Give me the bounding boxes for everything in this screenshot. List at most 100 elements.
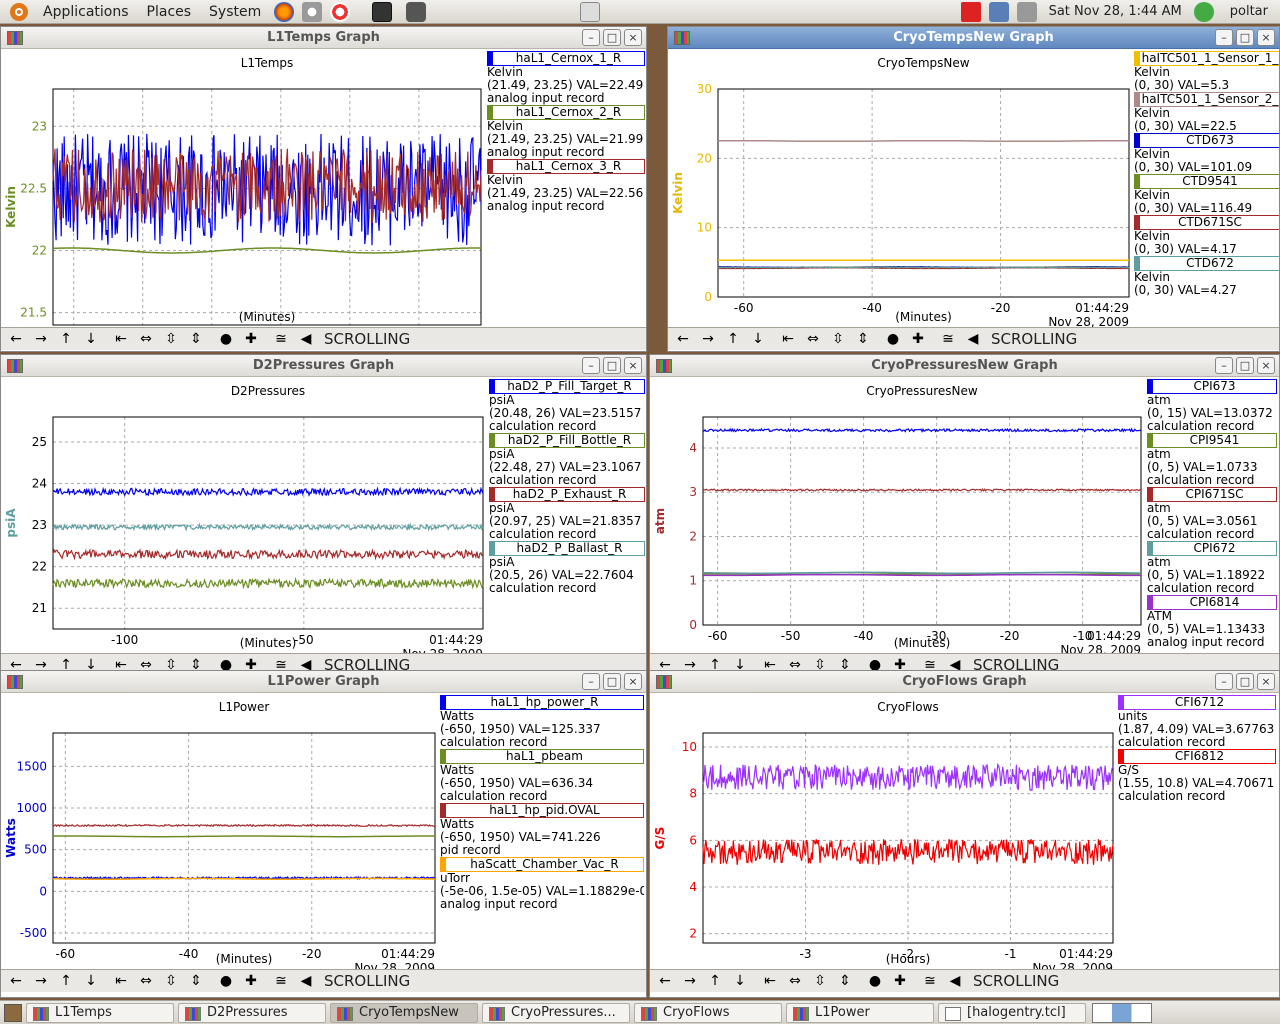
legend-entry[interactable]: CPI6814 <box>1147 595 1277 610</box>
zoom-y-out-button[interactable]: ⇕ <box>834 971 856 991</box>
minimize-button[interactable]: – <box>1215 357 1233 374</box>
window-titlebar[interactable]: CryoFlows Graph – □ × <box>650 671 1279 693</box>
scrolling-mode-label[interactable]: SCROLLING <box>324 330 410 348</box>
taskbar-item-2[interactable]: CryoTempsNew <box>330 1002 478 1023</box>
chart-cryotemps[interactable]: CryoTempsNew -60 -40 -20 0 10 20 30 Kelvin 01:44:… <box>668 49 1134 327</box>
legend-entry[interactable]: CPI673 <box>1147 379 1277 394</box>
minimize-button[interactable]: – <box>582 673 600 690</box>
minimize-button[interactable]: – <box>582 29 600 46</box>
pan-left-button[interactable]: ← <box>654 971 676 991</box>
chart-l1temps[interactable]: L1Temps-60-50-40-30-20-1021.52222.523Kel… <box>1 49 487 327</box>
scroll-back-button[interactable]: ◀ <box>295 329 317 349</box>
window-titlebar[interactable]: L1Temps Graph – □ × <box>1 27 646 49</box>
pan-right-button[interactable]: → <box>30 971 52 991</box>
zoom-y-in-button[interactable]: ⇳ <box>809 971 831 991</box>
zoom-y-in-button[interactable]: ⇳ <box>160 971 182 991</box>
pan-down-button[interactable]: ↓ <box>729 971 751 991</box>
chart-d2pressures[interactable]: D2Pressures -100 -50 21 22 23 24 25 psiA 01:44:29… <box>1 377 489 653</box>
reset-button[interactable]: ● <box>864 971 886 991</box>
window-titlebar[interactable]: CryoPressuresNew Graph – □ × <box>650 355 1279 377</box>
scrolling-mode-label[interactable]: SCROLLING <box>973 972 1059 990</box>
zoom-y-in-button[interactable]: ⇳ <box>160 329 182 349</box>
window-cryotemps[interactable]: CryoTempsNew Graph – □ × CryoTempsNew -60 -40 -… <box>667 26 1280 352</box>
legend-entry[interactable]: CFI6812 <box>1118 749 1276 764</box>
legend-entry[interactable]: CPI672 <box>1147 541 1277 556</box>
add-button[interactable]: ✚ <box>889 971 911 991</box>
minimize-button[interactable]: – <box>1215 673 1233 690</box>
legend-entry[interactable]: haD2_P_Exhaust_R <box>489 487 645 502</box>
maximize-button[interactable]: □ <box>603 673 621 690</box>
add-button[interactable]: ✚ <box>240 329 262 349</box>
pan-down-button[interactable]: ↓ <box>747 329 769 349</box>
legend-entry[interactable]: haL1_Cernox_2_R <box>487 105 645 120</box>
maximize-button[interactable]: □ <box>1236 29 1254 46</box>
legend-entry[interactable]: CPI9541 <box>1147 433 1277 448</box>
legend-entry[interactable]: haD2_P_Fill_Target_R <box>489 379 645 394</box>
user-name[interactable]: poltar <box>1230 4 1268 19</box>
menu-applications[interactable]: Applications <box>34 0 138 24</box>
pan-up-button[interactable]: ↑ <box>55 971 77 991</box>
clock[interactable]: Sat Nov 28, 1:44 AM <box>1049 4 1182 19</box>
user-switcher-icon[interactable] <box>1193 1 1214 22</box>
notes-icon[interactable] <box>580 1 601 22</box>
autoscale-button[interactable]: ≅ <box>937 329 959 349</box>
menu-system[interactable]: System <box>200 0 270 24</box>
pan-down-button[interactable]: ↓ <box>80 971 102 991</box>
window-cryopressures[interactable]: CryoPressuresNew Graph – □ × CryoPressuresNe… <box>649 354 1280 678</box>
legend-entry[interactable]: haScatt_Chamber_Vac_R <box>440 857 644 872</box>
help-launcher-icon[interactable] <box>330 1 351 22</box>
zoom-x-in-button[interactable]: ⇤ <box>110 329 132 349</box>
autoscale-button[interactable]: ≅ <box>919 971 941 991</box>
autoscale-button[interactable]: ≅ <box>270 329 292 349</box>
zoom-y-out-button[interactable]: ⇕ <box>852 329 874 349</box>
minimize-button[interactable]: – <box>582 357 600 374</box>
chart-l1power[interactable]: L1Power -60 -40 -20 -500 0 500 1000 1500 Watts 01:… <box>1 693 440 969</box>
close-button[interactable]: × <box>1257 29 1275 46</box>
screenshot-launcher-icon[interactable] <box>406 1 427 22</box>
taskbar-item-3[interactable]: CryoPressures... <box>482 1002 630 1023</box>
firefox-launcher-icon[interactable] <box>274 1 295 22</box>
legend-entry[interactable]: CTD673 <box>1134 133 1279 148</box>
close-button[interactable]: × <box>624 673 642 690</box>
legend-entry[interactable]: haL1_Cernox_1_R <box>487 51 645 66</box>
window-titlebar[interactable]: L1Power Graph – □ × <box>1 671 646 693</box>
zoom-x-in-button[interactable]: ⇤ <box>110 971 132 991</box>
close-button[interactable]: × <box>624 357 642 374</box>
close-button[interactable]: × <box>624 29 642 46</box>
taskbar-item-6[interactable]: [halogentry.tcl] <box>938 1002 1086 1023</box>
pan-up-button[interactable]: ↑ <box>722 329 744 349</box>
reset-button[interactable]: ● <box>215 329 237 349</box>
legend-entry[interactable]: haD2_P_Ballast_R <box>489 541 645 556</box>
window-l1temps[interactable]: L1Temps Graph–□×L1Temps-60-50-40-30-20-1… <box>0 26 647 352</box>
add-button[interactable]: ✚ <box>240 971 262 991</box>
legend-entry[interactable]: haL1_pbeam <box>440 749 644 764</box>
scrolling-mode-label[interactable]: SCROLLING <box>324 972 410 990</box>
pan-up-button[interactable]: ↑ <box>55 329 77 349</box>
ubuntu-logo-icon[interactable] <box>10 2 28 21</box>
scroll-back-button[interactable]: ◀ <box>295 971 317 991</box>
window-d2pressures[interactable]: D2Pressures Graph – □ × D2Pressures -100 -50 21… <box>0 354 647 678</box>
zoom-x-out-button[interactable]: ⇔ <box>784 971 806 991</box>
legend-entry[interactable]: haITC501_1_Sensor_1_ <box>1134 51 1279 66</box>
pan-left-button[interactable]: ← <box>672 329 694 349</box>
maximize-button[interactable]: □ <box>1236 357 1254 374</box>
window-l1power[interactable]: L1Power Graph – □ × L1Power -60 -40 -20 -500 0 500… <box>0 670 647 998</box>
close-button[interactable]: × <box>1257 357 1275 374</box>
taskbar-item-5[interactable]: L1Power <box>786 1002 934 1023</box>
zoom-x-in-button[interactable]: ⇤ <box>759 971 781 991</box>
legend-entry[interactable]: CFI6712 <box>1118 695 1276 710</box>
show-desktop-icon[interactable] <box>4 1003 22 1022</box>
legend-entry[interactable]: CPI671SC <box>1147 487 1277 502</box>
update-notifier-icon[interactable] <box>960 1 981 22</box>
taskbar-item-1[interactable]: D2Pressures <box>178 1002 326 1023</box>
maximize-button[interactable]: □ <box>603 29 621 46</box>
scrolling-mode-label[interactable]: SCROLLING <box>991 330 1077 348</box>
pan-left-button[interactable]: ← <box>5 971 27 991</box>
legend-entry[interactable]: haD2_P_Fill_Bottle_R <box>489 433 645 448</box>
taskbar-item-4[interactable]: CryoFlows <box>634 1002 782 1023</box>
legend-entry[interactable]: CTD672 <box>1134 256 1279 271</box>
pan-right-button[interactable]: → <box>679 971 701 991</box>
pan-down-button[interactable]: ↓ <box>80 329 102 349</box>
legend-entry[interactable]: haL1_Cernox_3_R <box>487 159 645 174</box>
minimize-button[interactable]: – <box>1215 29 1233 46</box>
